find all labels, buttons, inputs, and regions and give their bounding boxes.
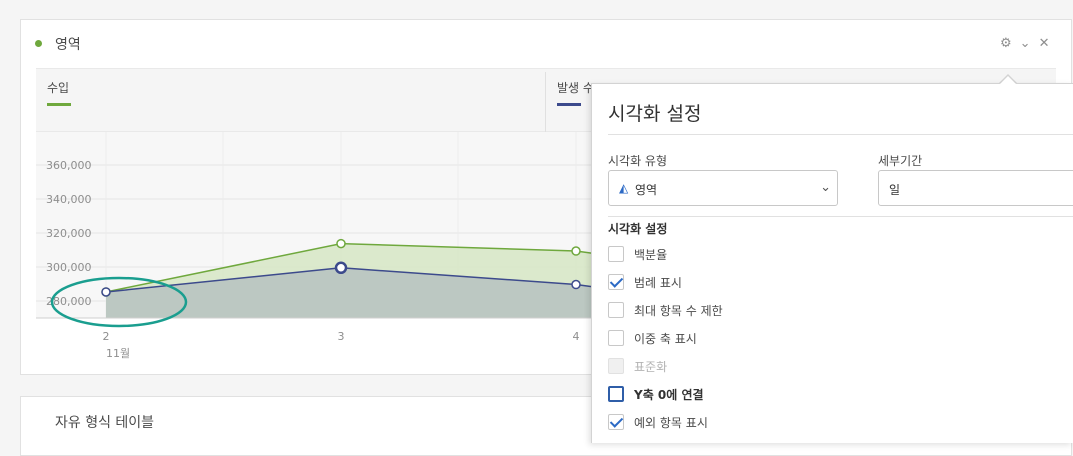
viz-type-label: 시각화 유형 <box>608 154 668 168</box>
y-tick-label: 340,000 <box>46 193 92 206</box>
x-tick-label: 3 <box>338 330 345 343</box>
granularity-select[interactable]: 일 <box>878 170 1073 206</box>
option-checkbox[interactable] <box>608 302 624 318</box>
option-label: 백분율 <box>634 247 668 262</box>
option-row[interactable]: 최대 항목 수 제한 <box>608 300 723 320</box>
option-label: Y축 0에 연결 <box>634 387 704 402</box>
option-label: 표준화 <box>634 359 668 374</box>
granularity-label: 세부기간 <box>878 154 923 168</box>
area-chart-icon: ◭ <box>619 181 629 195</box>
option-checkbox[interactable] <box>608 274 624 290</box>
settings-section-label: 시각화 설정 <box>608 222 668 236</box>
chevron-down-icon: ⌄ <box>820 180 831 195</box>
viz-type-select[interactable]: ◭ 영역 ⌄ <box>608 170 838 206</box>
point-occurrences <box>571 279 581 290</box>
visualization-settings-popover: 시각화 설정 시각화 유형 ◭ 영역 ⌄ 세부기간 일 시각화 설정 백분율범례… <box>591 83 1073 443</box>
option-row[interactable]: 백분율 <box>608 244 667 264</box>
point-revenue <box>336 238 346 249</box>
table-panel-title: 자유 형식 테이블 <box>55 415 155 431</box>
option-row[interactable]: 표준화 <box>608 356 667 376</box>
option-label: 이중 축 표시 <box>634 331 697 346</box>
y-tick-label: 360,000 <box>46 159 92 172</box>
option-label: 범례 표시 <box>634 275 682 290</box>
option-row[interactable]: 이중 축 표시 <box>608 328 697 348</box>
granularity-value: 일 <box>889 183 901 197</box>
option-checkbox <box>608 358 624 374</box>
option-checkbox[interactable] <box>608 246 624 262</box>
option-checkbox[interactable] <box>608 330 624 346</box>
point-occurrences <box>334 261 348 275</box>
option-row[interactable]: 범례 표시 <box>608 272 682 292</box>
popover-title: 시각화 설정 <box>608 103 702 125</box>
section-divider <box>608 216 1073 217</box>
y-tick-label: 300,000 <box>46 261 92 274</box>
y-tick-label: 320,000 <box>46 227 92 240</box>
x-month-label: 11월 <box>106 347 130 360</box>
option-checkbox[interactable] <box>608 386 624 402</box>
option-label: 예외 항목 표시 <box>634 415 708 430</box>
option-checkbox[interactable] <box>608 414 624 430</box>
popover-arrow-inner <box>999 76 1017 85</box>
point-occurrences <box>101 287 111 297</box>
x-tick-label: 2 <box>103 330 110 343</box>
option-label: 최대 항목 수 제한 <box>634 303 723 318</box>
option-row[interactable]: Y축 0에 연결 <box>608 384 704 404</box>
point-revenue <box>571 246 581 256</box>
option-row[interactable]: 예외 항목 표시 <box>608 412 708 432</box>
popover-divider <box>608 134 1073 135</box>
x-tick-label: 4 <box>573 330 580 343</box>
viz-type-value: 영역 <box>635 183 658 197</box>
